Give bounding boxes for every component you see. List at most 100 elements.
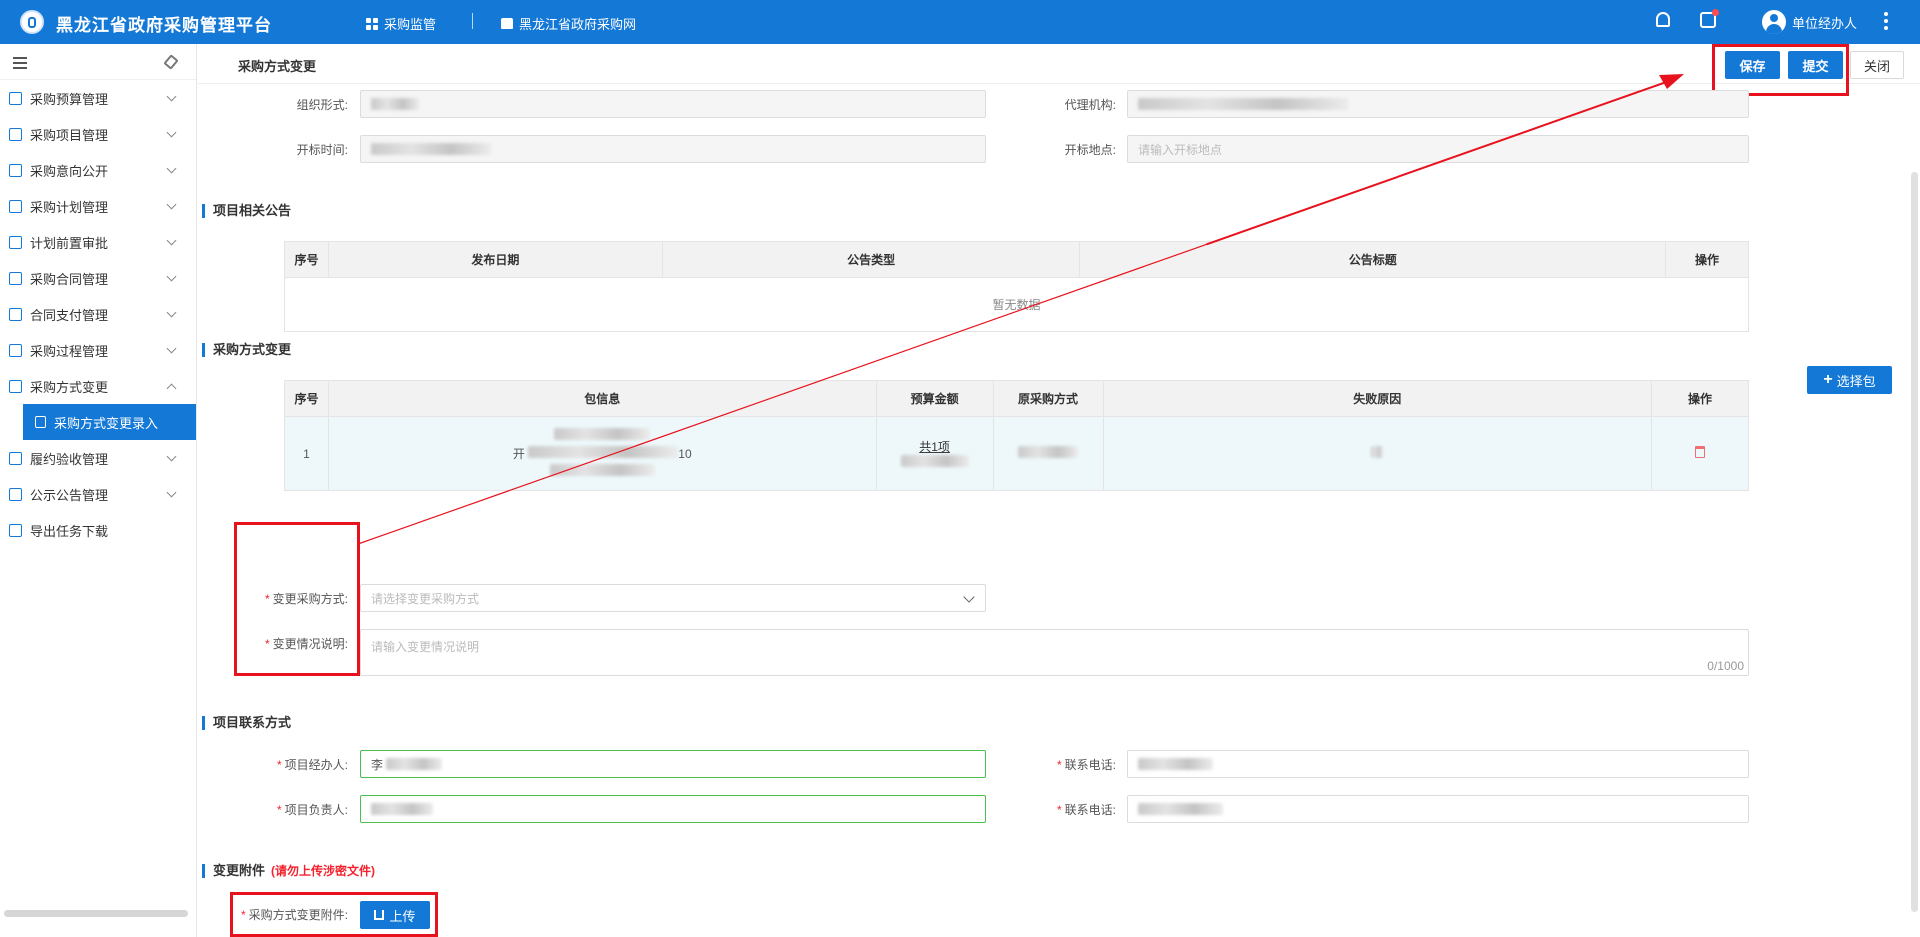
bell-icon bbox=[1656, 12, 1670, 27]
sidebar-item-project[interactable]: 采购项目管理 bbox=[0, 116, 196, 152]
column-header: 预算金额 bbox=[875, 380, 994, 417]
column-header: 公告标题 bbox=[1079, 241, 1667, 278]
chevron-down-icon bbox=[166, 271, 177, 282]
label-text: 联系电话: bbox=[1064, 758, 1116, 772]
handler-input[interactable]: 李 bbox=[360, 750, 986, 778]
change-method-select[interactable]: 请选择变更采购方式 bbox=[360, 584, 986, 612]
sidebar-item-intent[interactable]: 采购意向公开 bbox=[0, 152, 196, 188]
nav-procurement-website[interactable]: 黑龙江省政府采购网 bbox=[501, 14, 636, 33]
column-header: 发布日期 bbox=[327, 241, 663, 278]
pin-icon[interactable] bbox=[163, 54, 179, 70]
column-header: 包信息 bbox=[327, 380, 877, 417]
sidebar-item-plan[interactable]: 采购计划管理 bbox=[0, 188, 196, 224]
redacted-value bbox=[1138, 758, 1213, 770]
sidebar-item-label: 采购方式变更 bbox=[30, 379, 109, 395]
budget-detail-link[interactable]: 共1项 bbox=[877, 438, 993, 455]
user-name[interactable]: 单位经办人 bbox=[1792, 13, 1857, 32]
sidebar-item-process[interactable]: 采购过程管理 bbox=[0, 332, 196, 368]
main-content: 采购方式变更 保存 提交 关闭 组织形式: 代理机构: 开标时间: 开标地点: … bbox=[198, 44, 1920, 937]
section-title-text: 变更附件 bbox=[213, 863, 266, 878]
sidebar-item-label: 采购项目管理 bbox=[30, 127, 109, 143]
budget-cell: 共1项 bbox=[875, 416, 994, 491]
package-prefix: 开 bbox=[512, 447, 525, 461]
nav-procurement-supervision[interactable]: 采购监管 bbox=[366, 14, 436, 33]
input-value: 李 bbox=[371, 757, 384, 772]
redacted-value bbox=[1018, 446, 1079, 458]
chevron-down-icon bbox=[166, 127, 177, 138]
todo-button[interactable] bbox=[1700, 9, 1719, 28]
horizontal-scrollbar[interactable] bbox=[4, 910, 188, 917]
section-title-contact: 项目联系方式 bbox=[202, 716, 291, 730]
original-method-cell bbox=[992, 416, 1104, 491]
column-header: 操作 bbox=[1651, 380, 1749, 417]
export-icon bbox=[9, 523, 22, 537]
notification-button[interactable] bbox=[1656, 12, 1670, 27]
notification-dot bbox=[1712, 9, 1719, 16]
empty-state: 暂无数据 bbox=[284, 277, 1749, 332]
sidebar-item-payment[interactable]: 合同支付管理 bbox=[0, 296, 196, 332]
more-menu-icon[interactable] bbox=[1884, 12, 1888, 30]
redacted-value bbox=[371, 98, 419, 110]
sidebar-item-acceptance[interactable]: 履约验收管理 bbox=[0, 440, 196, 476]
sidebar-item-preapproval[interactable]: 计划前置审批 bbox=[0, 224, 196, 260]
user-avatar[interactable] bbox=[1762, 10, 1786, 34]
chevron-down-icon bbox=[166, 451, 177, 462]
stamp-icon bbox=[9, 235, 22, 249]
sidebar-item-announcement[interactable]: 公示公告管理 bbox=[0, 476, 196, 512]
document-icon bbox=[9, 163, 22, 177]
close-button[interactable]: 关闭 bbox=[1850, 51, 1904, 79]
actions-cell bbox=[1651, 416, 1749, 491]
menu-toggle-icon[interactable] bbox=[13, 57, 27, 69]
sidebar-item-label: 采购预算管理 bbox=[30, 91, 109, 107]
open-time-field bbox=[360, 135, 986, 163]
chevron-down-icon bbox=[166, 91, 177, 102]
handler-phone-input[interactable] bbox=[1127, 750, 1749, 778]
app-title: 黑龙江省政府采购管理平台 bbox=[56, 16, 272, 35]
contract-icon bbox=[9, 271, 22, 285]
top-bar: 黑龙江省政府采购管理平台 采购监管 黑龙江省政府采购网 单位经办人 bbox=[0, 0, 1920, 44]
sidebar-item-label: 合同支付管理 bbox=[30, 307, 109, 323]
chevron-down-icon bbox=[166, 235, 177, 246]
button-label: 选择包 bbox=[1836, 373, 1876, 389]
delete-icon[interactable] bbox=[1695, 446, 1706, 458]
annotation-highlight bbox=[234, 522, 360, 676]
select-placeholder: 请选择变更采购方式 bbox=[371, 591, 480, 606]
vertical-scrollbar[interactable] bbox=[1911, 172, 1918, 912]
sidebar-item-label: 导出任务下载 bbox=[30, 523, 109, 539]
sidebar-item-budget[interactable]: 采购预算管理 bbox=[0, 80, 196, 116]
folder-icon bbox=[9, 127, 22, 141]
check-icon bbox=[9, 451, 22, 465]
sidebar-toolbar bbox=[0, 44, 196, 80]
form-icon bbox=[35, 416, 46, 428]
sidebar-item-label: 采购过程管理 bbox=[30, 343, 109, 359]
column-header: 序号 bbox=[284, 380, 329, 417]
sidebar-item-label: 公示公告管理 bbox=[30, 487, 109, 503]
sidebar-item-method-change[interactable]: 采购方式变更 bbox=[0, 368, 196, 404]
redacted-value bbox=[371, 143, 491, 155]
chevron-down-icon bbox=[166, 307, 177, 318]
sidebar-item-contract[interactable]: 采购合同管理 bbox=[0, 260, 196, 296]
grid-icon bbox=[366, 17, 378, 30]
select-package-button[interactable]: + 选择包 bbox=[1807, 366, 1892, 394]
change-desc-textarea[interactable]: 请输入变更情况说明 0/1000 bbox=[360, 629, 1749, 676]
change-icon bbox=[9, 379, 22, 393]
nav-label: 黑龙江省政府采购网 bbox=[519, 17, 637, 32]
chevron-down-icon bbox=[963, 591, 975, 603]
chevron-down-icon bbox=[166, 343, 177, 354]
notices-table: 序号 发布日期 公告类型 公告标题 操作 暂无数据 bbox=[284, 241, 1749, 332]
manager-input[interactable] bbox=[360, 795, 986, 823]
handler-phone-label: * 联系电话: bbox=[1056, 758, 1116, 772]
chevron-up-icon bbox=[166, 383, 177, 394]
attachment-warning: (请勿上传涉密文件) bbox=[271, 864, 376, 878]
sidebar-item-method-change-entry[interactable]: 采购方式变更录入 bbox=[23, 404, 196, 440]
sidebar-item-export[interactable]: 导出任务下载 bbox=[0, 512, 196, 548]
label-text: 项目经办人: bbox=[284, 758, 348, 772]
sidebar-item-label: 采购方式变更录入 bbox=[54, 415, 159, 431]
manager-phone-input[interactable] bbox=[1127, 795, 1749, 823]
char-count: 0/1000 bbox=[1707, 659, 1744, 673]
redacted-value bbox=[549, 464, 655, 476]
sidebar-item-label: 履约验收管理 bbox=[30, 451, 109, 467]
annotation-highlight bbox=[1712, 44, 1849, 96]
chart-icon bbox=[9, 91, 22, 105]
chevron-down-icon bbox=[166, 199, 177, 210]
